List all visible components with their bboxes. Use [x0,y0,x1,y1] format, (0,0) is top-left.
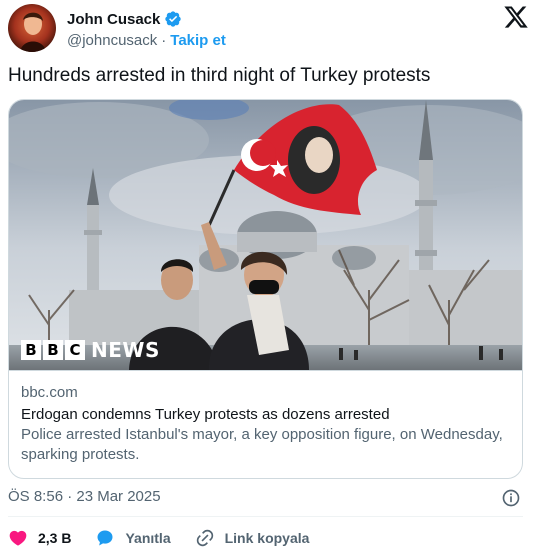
avatar[interactable] [8,4,56,52]
bbc-letter-b2: B [43,340,63,360]
action-bar: 2,3 B Yanıtla Link kopyala [8,527,333,549]
link-icon [196,529,213,547]
card-description: Police arrested Istanbul's mayor, a key … [21,426,503,463]
separator-dot: · [161,32,167,49]
card-domain: bbc.com [21,384,78,401]
card-info[interactable]: bbc.com Erdogan condemns Turkey protests… [9,370,522,478]
copy-link-label: Link kopyala [224,530,310,546]
link-preview-card[interactable]: B B C NEWS bbc.com Erdogan condemns Turk… [8,99,523,479]
card-image[interactable]: B B C NEWS [9,100,522,370]
bbc-letter-c: C [65,340,85,360]
info-icon[interactable] [501,488,521,508]
author-info: John Cusack @johncusack · Takip et [67,8,226,50]
timestamp[interactable]: ÖS 8:56 · 23 Mar 2025 [8,488,161,505]
like-count: 2,3 B [38,530,72,546]
timestamp-row: ÖS 8:56 · 23 Mar 2025 [8,488,523,508]
divider [8,516,523,517]
tweet-header: John Cusack @johncusack · Takip et [8,4,531,52]
tweet-text: Hundreds arrested in third night of Turk… [8,65,431,86]
heart-icon [9,530,27,546]
reply-bubble-icon [97,530,113,546]
verified-badge-icon [164,10,182,28]
bbc-letter-b1: B [21,340,41,360]
follow-button[interactable]: Takip et [170,32,226,49]
like-button[interactable]: 2,3 B [8,528,71,548]
card-title: Erdogan condemns Turkey protests as doze… [21,406,390,423]
x-logo-icon[interactable] [503,4,529,30]
display-name[interactable]: John Cusack [67,11,160,28]
handle[interactable]: @johncusack [67,32,157,49]
reply-label: Yanıtla [125,530,171,546]
bbc-news-logo: B B C NEWS [21,338,160,362]
reply-button[interactable]: Yanıtla [95,528,171,548]
copy-link-button[interactable]: Link kopyala [195,528,310,548]
bbc-news-wordmark: NEWS [91,338,160,362]
